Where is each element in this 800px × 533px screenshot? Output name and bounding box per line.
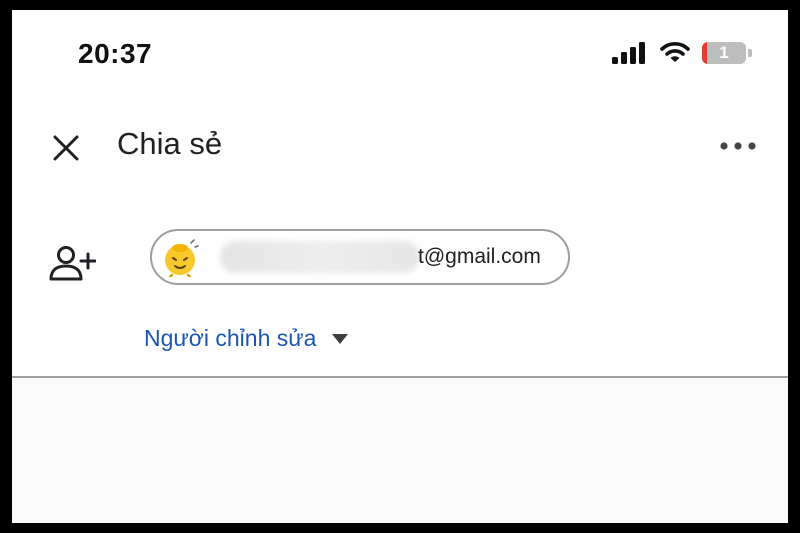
wifi-icon (660, 42, 690, 62)
message-area (12, 378, 788, 523)
close-icon[interactable] (50, 132, 82, 164)
avatar (165, 239, 199, 277)
battery-level: 1 (719, 43, 729, 62)
battery-tip (748, 49, 752, 57)
role-dropdown[interactable]: Người chỉnh sửa (144, 325, 349, 352)
add-person-icon (49, 246, 96, 281)
recipient-chip[interactable]: t@gmail.com (150, 229, 570, 285)
battery-icon: 1 (702, 42, 746, 64)
page-title: Chia sẻ (117, 126, 223, 161)
role-label: Người chỉnh sửa (144, 325, 317, 351)
caret-down-icon (332, 333, 349, 344)
status-time: 20:37 (78, 38, 153, 69)
redacted-email-prefix (220, 241, 420, 273)
recipient-email: t@gmail.com (418, 245, 541, 268)
share-screen: 20:37 1 Chia sẻ t@gmail.com Người chỉnh … (12, 10, 788, 523)
more-horizontal-icon[interactable] (718, 138, 758, 154)
cellular-signal-icon (612, 42, 645, 64)
